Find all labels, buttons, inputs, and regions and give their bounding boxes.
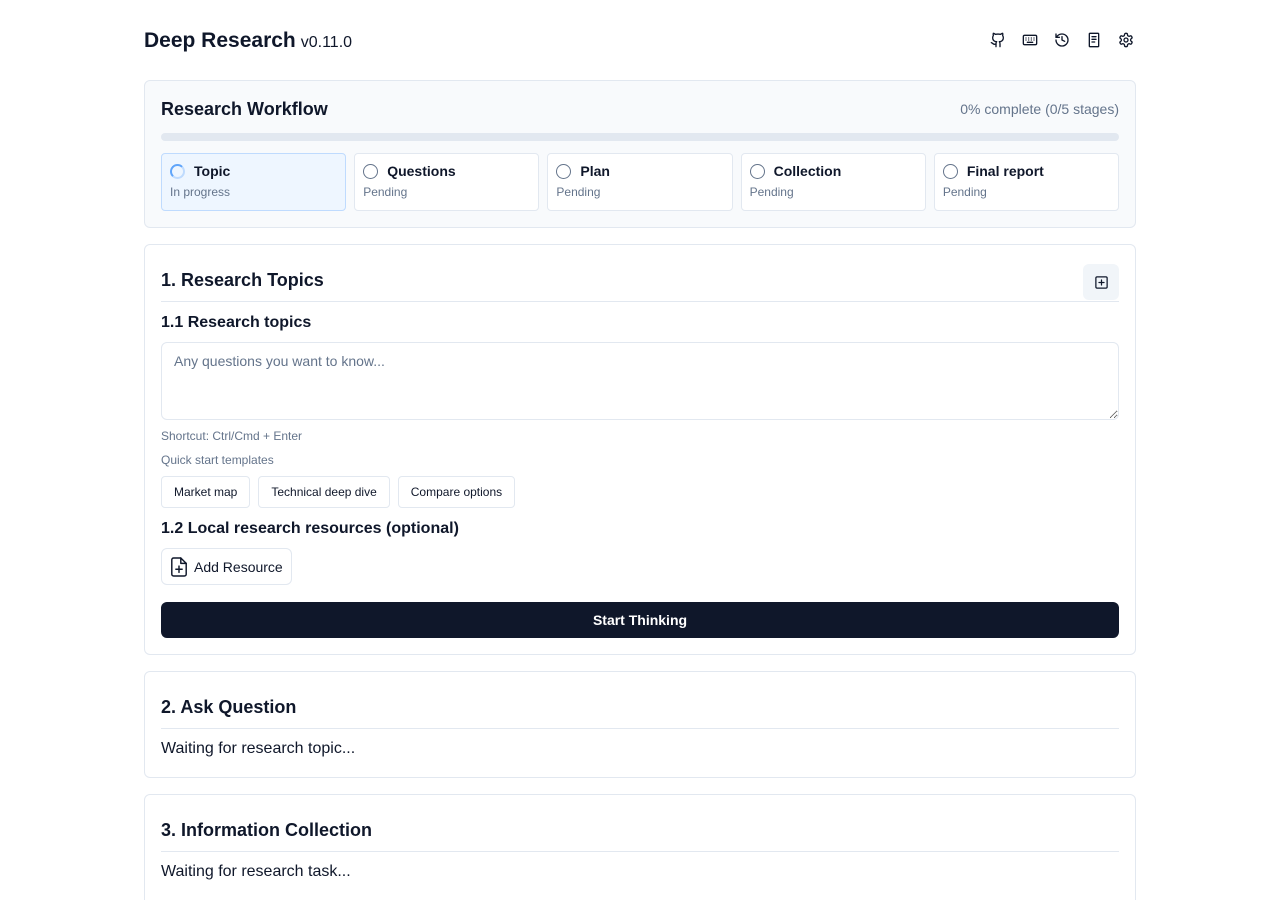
shortcut-hint: Shortcut: Ctrl/Cmd + Enter	[161, 429, 303, 443]
stage-label: Collection	[773, 163, 842, 179]
section-title: 1. Research Topics	[161, 270, 324, 290]
waiting-text: Waiting for research task...	[161, 863, 351, 880]
header-toolbar	[988, 28, 1136, 52]
stage-status: In progress	[170, 185, 231, 199]
circle-icon	[749, 163, 765, 179]
research-topics-panel: 1. Research Topics 1.1 Research topics S…	[144, 244, 1136, 655]
subsection-title: 1.2 Local research resources (optional)	[161, 520, 459, 537]
stage-topic[interactable]: Topic In progress	[161, 153, 347, 211]
add-resource-label: Add Resource	[194, 558, 283, 575]
ask-question-panel: 2. Ask Question Waiting for research top…	[144, 671, 1136, 778]
section-title: 3. Information Collection	[161, 820, 373, 840]
history-icon[interactable]	[1052, 28, 1072, 52]
templates-label: Quick start templates	[161, 453, 274, 467]
add-resource-button[interactable]: Add Resource	[161, 548, 292, 585]
file-plus-icon	[171, 556, 187, 577]
circle-icon	[942, 163, 958, 179]
stage-collection[interactable]: Collection Pending	[740, 153, 926, 211]
template-compare-options-button[interactable]: Compare options	[397, 476, 516, 508]
circle-icon	[363, 163, 379, 179]
stage-status: Pending	[942, 185, 987, 199]
new-research-button[interactable]	[1083, 264, 1119, 300]
section-title: 2. Ask Question	[161, 697, 297, 717]
app-title: Deep Research v0.11.0	[144, 29, 352, 53]
settings-icon[interactable]	[1116, 28, 1136, 52]
section-divider	[161, 301, 1119, 302]
template-buttons: Market map Technical deep dive Compare o…	[161, 476, 516, 508]
workflow-title: Research Workflow	[161, 99, 328, 119]
knowledge-icon[interactable]	[1084, 28, 1104, 52]
stage-status: Pending	[363, 185, 408, 199]
stage-status: Pending	[556, 185, 601, 199]
section-divider	[161, 728, 1119, 729]
stage-plan[interactable]: Plan Pending	[547, 153, 733, 211]
github-icon[interactable]	[988, 28, 1008, 52]
waiting-text: Waiting for research topic...	[161, 740, 356, 757]
workflow-progress-bar	[161, 133, 1119, 141]
template-technical-deep-dive-button[interactable]: Technical deep dive	[258, 476, 390, 508]
subsection-title: 1.1 Research topics	[161, 314, 312, 331]
section-divider	[161, 851, 1119, 852]
app-version: v0.11.0	[300, 34, 353, 51]
workflow-progress-text: 0% complete (0/5 stages)	[960, 101, 1119, 117]
template-market-map-button[interactable]: Market map	[161, 476, 251, 508]
stage-questions[interactable]: Questions Pending	[354, 153, 540, 211]
app-header: Deep Research v0.11.0	[144, 26, 1136, 56]
start-thinking-button[interactable]: Start Thinking	[161, 602, 1119, 638]
stage-status: Pending	[749, 185, 794, 199]
stage-label: Plan	[580, 163, 610, 179]
spinner-icon	[170, 163, 185, 179]
app-name: Deep Research	[144, 29, 296, 52]
topic-input[interactable]	[161, 342, 1119, 420]
stage-label: Final report	[966, 163, 1044, 179]
research-workflow-panel: Research Workflow 0% complete (0/5 stage…	[144, 80, 1136, 228]
stage-label: Questions	[387, 163, 456, 179]
keyboard-icon[interactable]	[1020, 28, 1040, 52]
workflow-stages: Topic In progress Questions Pending Plan…	[161, 153, 1120, 211]
stage-label: Topic	[194, 163, 231, 179]
stage-final-report[interactable]: Final report Pending	[933, 153, 1120, 211]
circle-icon	[556, 163, 572, 179]
information-collection-panel: 3. Information Collection Waiting for re…	[144, 794, 1136, 900]
square-plus-icon	[1094, 275, 1108, 289]
